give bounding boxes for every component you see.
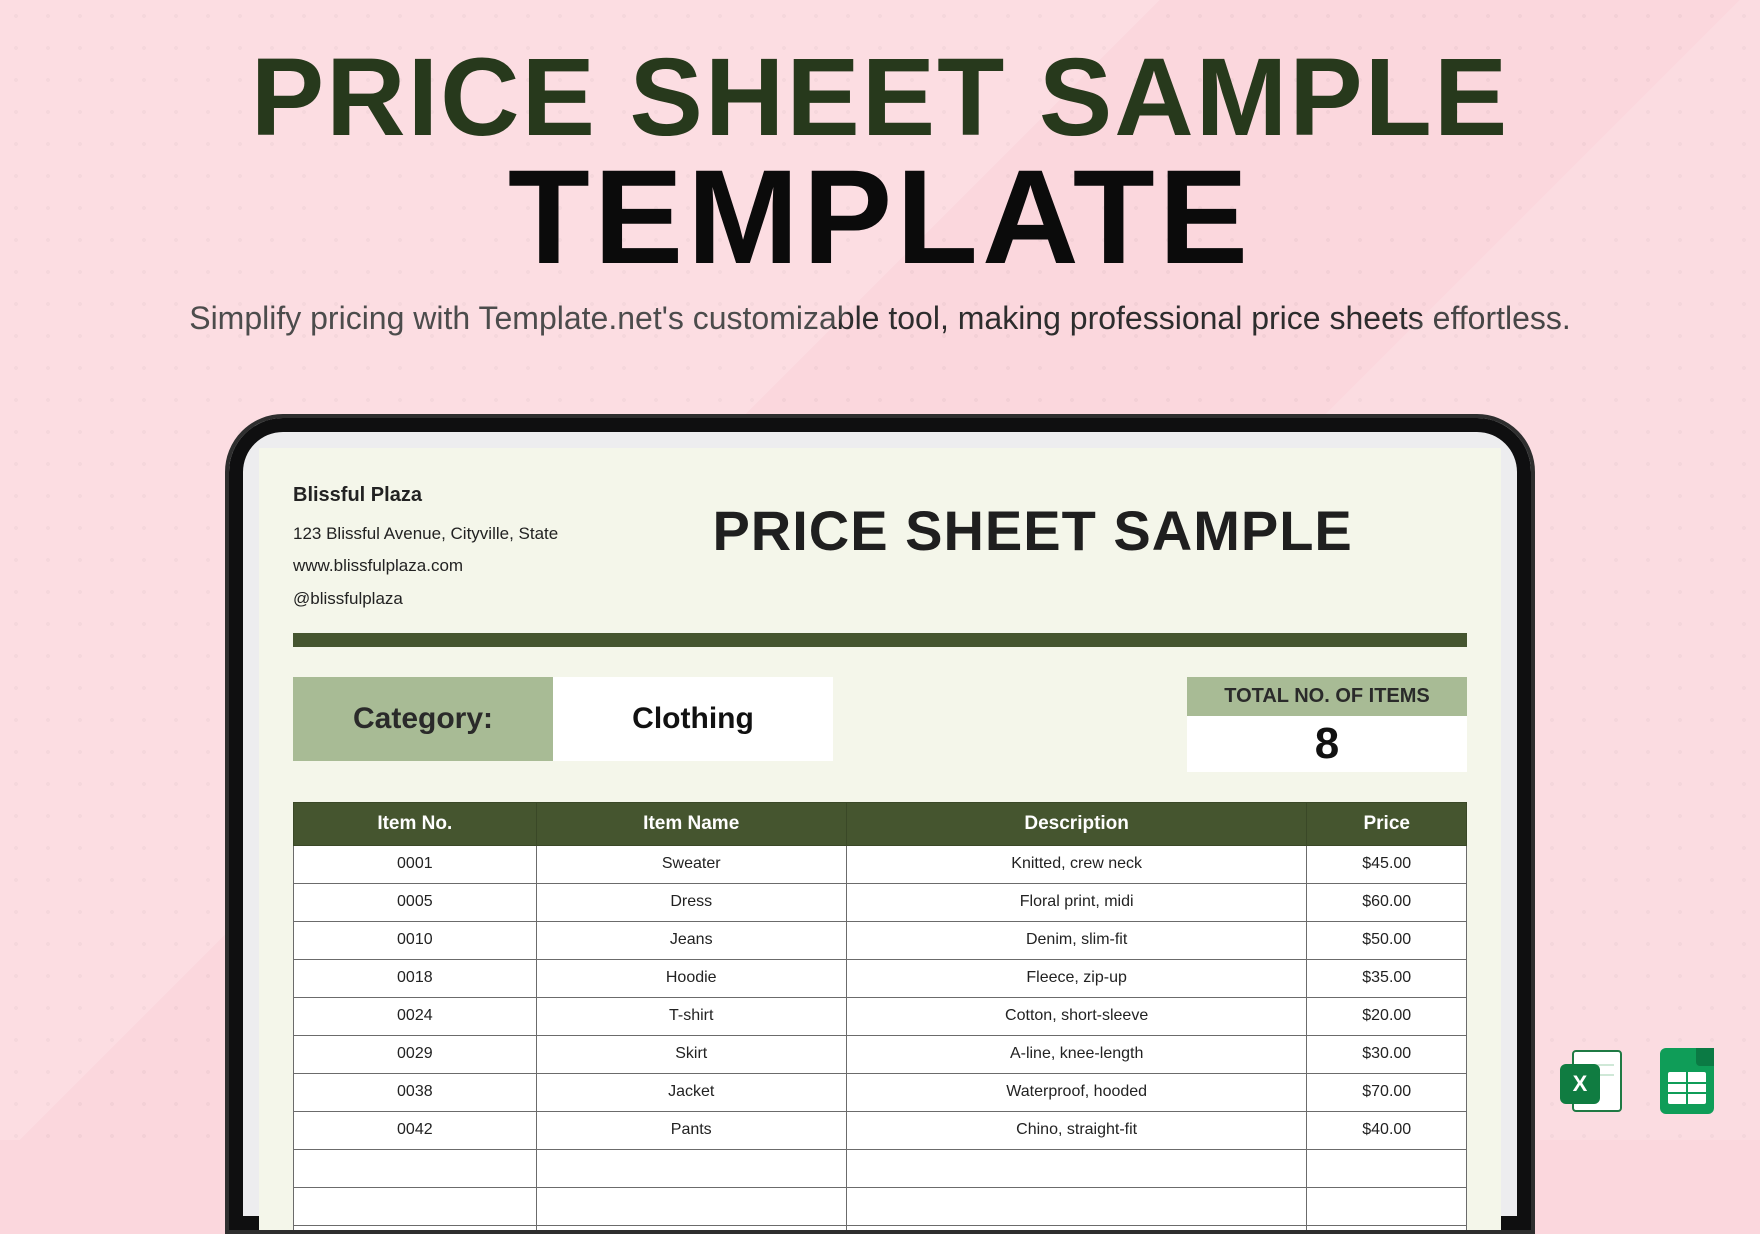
cell: T-shirt [536,997,846,1035]
total-items-box: TOTAL NO. OF ITEMS 8 [1187,677,1467,772]
cell-empty [536,1225,846,1230]
cell: 0005 [294,883,537,921]
cell: 0001 [294,845,537,883]
table-row: 0010JeansDenim, slim-fit$50.00 [294,921,1467,959]
document-title: PRICE SHEET SAMPLE [598,476,1467,563]
cell-empty [1307,1225,1467,1230]
company-name: Blissful Plaza [293,476,558,514]
spacer [833,677,1187,772]
total-items-label: TOTAL NO. OF ITEMS [1187,677,1467,716]
cell-empty [536,1187,846,1225]
cell: Jacket [536,1073,846,1111]
cell: Skirt [536,1035,846,1073]
laptop-frame: Blissful Plaza 123 Blissful Avenue, City… [225,414,1535,1234]
cell: Denim, slim-fit [846,921,1307,959]
heading-line2: TEMPLATE [0,141,1760,294]
cell: Sweater [536,845,846,883]
cell: Floral print, midi [846,883,1307,921]
cell: Dress [536,883,846,921]
col-item-name: Item Name [536,802,846,845]
cell: Jeans [536,921,846,959]
cell: $30.00 [1307,1035,1467,1073]
cell: Waterproof, hooded [846,1073,1307,1111]
cell: $35.00 [1307,959,1467,997]
document-screen: Blissful Plaza 123 Blissful Avenue, City… [259,448,1501,1230]
table-row: 0005DressFloral print, midi$60.00 [294,883,1467,921]
col-item-no: Item No. [294,802,537,845]
price-table: Item No. Item Name Description Price 000… [293,802,1467,1230]
cell: 0018 [294,959,537,997]
cell-empty [294,1225,537,1230]
cell: Cotton, short-sleeve [846,997,1307,1035]
cell: Hoodie [536,959,846,997]
cell: $60.00 [1307,883,1467,921]
cell-empty [1307,1187,1467,1225]
cell-empty [536,1149,846,1187]
cell-empty [294,1149,537,1187]
table-row: 0029SkirtA-line, knee-length$30.00 [294,1035,1467,1073]
company-website: www.blissfulplaza.com [293,550,558,582]
cell: $45.00 [1307,845,1467,883]
cell-empty [846,1225,1307,1230]
cell: 0029 [294,1035,537,1073]
cell-empty [846,1149,1307,1187]
cell: $70.00 [1307,1073,1467,1111]
cell: 0042 [294,1111,537,1149]
cell: $50.00 [1307,921,1467,959]
company-block: Blissful Plaza 123 Blissful Avenue, City… [293,476,558,615]
cell: Chino, straight-fit [846,1111,1307,1149]
company-handle: @blissfulplaza [293,583,558,615]
cell-empty [846,1187,1307,1225]
table-row: 0042PantsChino, straight-fit$40.00 [294,1111,1467,1149]
table-row: 0001SweaterKnitted, crew neck$45.00 [294,845,1467,883]
table-row-empty [294,1149,1467,1187]
cell-empty [1307,1149,1467,1187]
table-row-empty [294,1225,1467,1230]
cell: A-line, knee-length [846,1035,1307,1073]
cell: 0024 [294,997,537,1035]
table-row: 0038JacketWaterproof, hooded$70.00 [294,1073,1467,1111]
divider-bar [293,633,1467,647]
cell-empty [294,1187,537,1225]
document-header: Blissful Plaza 123 Blissful Avenue, City… [293,476,1467,615]
table-row: 0024T-shirtCotton, short-sleeve$20.00 [294,997,1467,1035]
google-sheets-icon [1652,1046,1722,1116]
category-row: Category: Clothing TOTAL NO. OF ITEMS 8 [293,677,1467,772]
total-items-value: 8 [1187,716,1467,772]
cell: Knitted, crew neck [846,845,1307,883]
col-price: Price [1307,802,1467,845]
col-description: Description [846,802,1307,845]
table-row-empty [294,1187,1467,1225]
table-header-row: Item No. Item Name Description Price [294,802,1467,845]
cell: $40.00 [1307,1111,1467,1149]
category-label: Category: [293,677,553,761]
excel-icon: X [1560,1046,1630,1116]
category-value: Clothing [553,677,833,761]
cell: Pants [536,1111,846,1149]
file-type-icons: X [1560,1046,1722,1116]
table-row: 0018HoodieFleece, zip-up$35.00 [294,959,1467,997]
cell: 0038 [294,1073,537,1111]
cell: 0010 [294,921,537,959]
cell: $20.00 [1307,997,1467,1035]
cell: Fleece, zip-up [846,959,1307,997]
company-address: 123 Blissful Avenue, Cityville, State [293,518,558,550]
page-heading: PRICE SHEET SAMPLE TEMPLATE [0,0,1760,294]
